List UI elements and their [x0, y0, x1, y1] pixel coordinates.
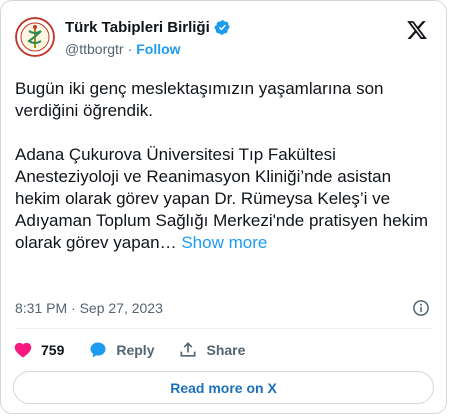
tweet-header: Türk Tabipleri Birliği @ttborgtr · Follo…: [15, 13, 432, 61]
tweet-card: Türk Tabipleri Birliği @ttborgtr · Follo…: [0, 0, 447, 414]
read-more-button[interactable]: Read more on X: [13, 371, 434, 404]
tweet-actions: 759 Reply Share: [13, 340, 269, 360]
follow-button[interactable]: Follow: [136, 41, 180, 57]
avatar[interactable]: [15, 17, 55, 57]
verified-badge-icon: [214, 20, 230, 35]
ttb-logo-icon: [15, 17, 55, 57]
tweet-timestamp[interactable]: 8:31 PM · Sep 27, 2023: [15, 300, 163, 316]
reply-label: Reply: [116, 342, 155, 358]
share-icon: [180, 342, 196, 357]
account-handle[interactable]: @ttborgtr: [65, 41, 124, 57]
account-name[interactable]: Türk Tabipleri Birliği: [65, 19, 210, 36]
reply-button[interactable]: Reply: [88, 340, 154, 360]
handle-line: @ttborgtr · Follow: [65, 41, 181, 57]
heart-icon: [14, 342, 32, 358]
divider: [15, 328, 432, 329]
show-more-link[interactable]: Show more: [181, 233, 267, 252]
info-icon[interactable]: [412, 299, 430, 317]
tweet-text: Bugün iki genç meslektaşımızın yaşamları…: [15, 78, 433, 254]
reply-bubble-icon: [90, 342, 106, 358]
separator-dot: ·: [127, 41, 133, 57]
share-button[interactable]: Share: [178, 340, 245, 360]
x-logo-icon[interactable]: [406, 19, 428, 41]
tweet-paragraph-1: Bugün iki genç meslektaşımızın yaşamları…: [15, 79, 389, 120]
name-line: Türk Tabipleri Birliği: [65, 19, 231, 36]
share-label: Share: [206, 342, 246, 358]
like-count: 759: [41, 342, 65, 358]
like-button[interactable]: 759: [13, 340, 64, 360]
